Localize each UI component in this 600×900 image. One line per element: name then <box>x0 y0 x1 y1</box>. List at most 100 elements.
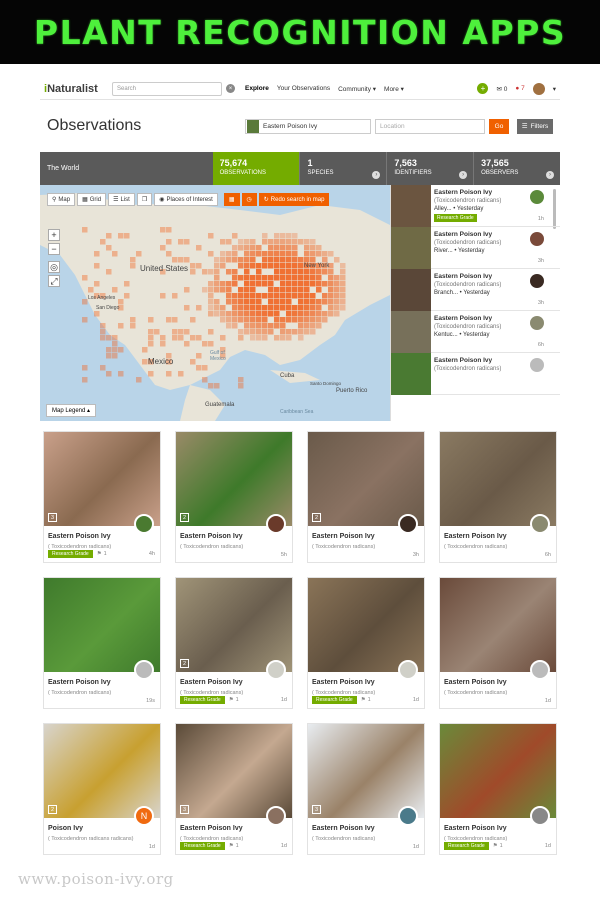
stat-observations[interactable]: 75,674 OBSERVATIONS <box>212 152 300 185</box>
observer-avatar[interactable]: N <box>134 806 154 826</box>
observation-card[interactable]: Eastern Poison Ivy( Toxicodendron radica… <box>439 431 557 563</box>
nav-explore[interactable]: Explore <box>245 85 269 93</box>
observation-name[interactable]: Eastern Poison Ivy <box>180 533 292 540</box>
observation-card[interactable]: 3 Eastern Poison Ivy( Toxicodendron radic… <box>175 723 293 855</box>
map-legend-button[interactable]: Map Legend ▴ <box>46 404 97 417</box>
observation-photo[interactable] <box>440 724 556 818</box>
observer-avatar[interactable] <box>530 316 544 330</box>
observation-photo[interactable] <box>44 578 160 672</box>
observation-photo[interactable] <box>308 578 424 672</box>
observer-avatar[interactable] <box>266 660 286 680</box>
list-view-button[interactable]: ☰ List <box>108 193 135 206</box>
observation-name[interactable]: Poison Ivy <box>48 825 160 832</box>
observer-avatar[interactable] <box>530 660 550 680</box>
observation-name[interactable]: Eastern Poison Ivy <box>180 825 292 832</box>
fullscreen-icon[interactable]: ⤢ <box>48 275 60 287</box>
side-list-item[interactable]: Eastern Poison Ivy (Toxicodendron radican… <box>391 185 560 227</box>
search-input[interactable]: Search <box>112 81 222 96</box>
redo-search-button[interactable]: ↻ Redo search in map <box>258 193 330 206</box>
observer-avatar[interactable] <box>530 358 544 372</box>
observation-card[interactable]: 2 N Poison Ivy ( Toxicodendron radicans rad… <box>43 723 161 855</box>
heatmap-cell <box>280 335 286 341</box>
observation-photo[interactable]: 2 <box>44 724 160 818</box>
observation-name[interactable]: Eastern Poison Ivy <box>444 533 556 540</box>
side-list-item[interactable]: Eastern Poison Ivy (Toxicodendron radican… <box>391 227 560 269</box>
side-list-item[interactable]: Eastern Poison Ivy (Toxicodendron radican… <box>391 353 560 395</box>
observation-name[interactable]: Eastern Poison Ivy <box>48 533 160 540</box>
observation-card[interactable]: Eastern Poison Ivy( Toxicodendron radica… <box>439 723 557 855</box>
add-observation-icon[interactable]: + <box>477 83 489 94</box>
observation-photo[interactable] <box>440 432 556 526</box>
observer-avatar[interactable] <box>398 514 418 534</box>
nav-community[interactable]: Community ▾ <box>338 85 376 93</box>
observer-avatar[interactable] <box>266 806 286 826</box>
side-list-item[interactable]: Eastern Poison Ivy (Toxicodendron radican… <box>391 311 560 353</box>
observation-photo[interactable] <box>440 578 556 672</box>
observation-card[interactable]: Eastern Poison Ivy( Toxicodendron radica… <box>439 577 557 709</box>
heatmap-cell <box>274 233 280 239</box>
grid-toggle-button[interactable]: ▦ <box>223 193 240 206</box>
side-item-info: Eastern Poison Ivy (Toxicodendron radican… <box>431 311 521 352</box>
observer-avatar[interactable] <box>266 514 286 534</box>
observation-card[interactable]: Eastern Poison Ivy( Toxicodendron radica… <box>307 577 425 709</box>
observer-avatar[interactable] <box>134 514 154 534</box>
map[interactable]: ⚲ Map ▦ Grid ☰ List ❐ ◉ Places of Intere… <box>40 185 390 421</box>
observation-photo[interactable]: 2 <box>308 432 424 526</box>
species-filter[interactable]: Eastern Poison Ivy <box>245 118 371 134</box>
observation-card[interactable]: 2 Eastern Poison Ivy( Toxicodendron radic… <box>175 431 293 563</box>
stat-species[interactable]: 1 SPECIES › <box>299 152 386 185</box>
observer-avatar[interactable] <box>530 190 544 204</box>
heatmap-cell <box>94 281 100 287</box>
notifications-button[interactable]: ● 7 <box>515 85 524 92</box>
heatmap-cell <box>280 323 286 329</box>
stat-identifiers[interactable]: 7,563 IDENTIFIERS › <box>386 152 473 185</box>
observer-avatar[interactable] <box>530 514 550 534</box>
logo[interactable]: iNaturalist <box>44 83 112 95</box>
observation-name[interactable]: Eastern Poison Ivy <box>312 825 424 832</box>
zoom-in-button[interactable]: + <box>48 229 60 241</box>
clock-button[interactable]: ◷ <box>241 193 257 206</box>
nav-your-observations[interactable]: Your Observations <box>277 85 330 93</box>
heatmap-cell <box>256 323 262 329</box>
observation-photo[interactable]: 2 <box>176 432 292 526</box>
user-avatar[interactable] <box>532 82 545 95</box>
observer-avatar[interactable] <box>530 232 544 246</box>
map-view-button[interactable]: ⚲ Map <box>47 193 76 206</box>
observation-photo[interactable]: 3 <box>44 432 160 526</box>
location-input[interactable]: Location <box>375 118 485 134</box>
messages-button[interactable]: ✉ 0 <box>496 85 507 93</box>
observation-card[interactable]: Eastern Poison Ivy( Toxicodendron radica… <box>43 577 161 709</box>
observation-card[interactable]: 3 Eastern Poison Ivy( Toxicodendron radic… <box>43 431 161 563</box>
observation-name[interactable]: Eastern Poison Ivy <box>48 679 160 686</box>
observation-name[interactable]: Eastern Poison Ivy <box>444 679 556 686</box>
clear-search-icon[interactable]: × <box>226 84 235 93</box>
places-of-interest-button[interactable]: ◉ Places of Interest <box>154 193 218 206</box>
observation-name[interactable]: Eastern Poison Ivy <box>180 679 292 686</box>
observation-photo[interactable]: 3 <box>308 724 424 818</box>
observer-avatar[interactable] <box>530 274 544 288</box>
observation-card[interactable]: 3 Eastern Poison Ivy( Toxicodendron radic… <box>307 723 425 855</box>
observation-card[interactable]: 2 Eastern Poison Ivy( Toxicodendron radic… <box>175 577 293 709</box>
side-list-item[interactable]: Eastern Poison Ivy (Toxicodendron radican… <box>391 269 560 311</box>
heatmap-cell <box>250 311 256 317</box>
observer-avatar[interactable] <box>530 806 550 826</box>
observation-card[interactable]: 2 Eastern Poison Ivy( Toxicodendron radic… <box>307 431 425 563</box>
observer-avatar[interactable] <box>134 660 154 680</box>
observation-name[interactable]: Eastern Poison Ivy <box>444 825 556 832</box>
chevron-down-icon[interactable]: ▾ <box>553 85 556 93</box>
observation-name[interactable]: Eastern Poison Ivy <box>312 679 424 686</box>
observation-photo[interactable]: 3 <box>176 724 292 818</box>
heatmap-cell <box>118 323 124 329</box>
locate-icon[interactable]: ◎ <box>48 261 60 273</box>
nav-more[interactable]: More ▾ <box>384 85 404 93</box>
go-button[interactable]: Go <box>489 118 509 134</box>
layers-button[interactable]: ❐ <box>136 193 153 206</box>
observer-avatar[interactable] <box>398 660 418 680</box>
observation-name[interactable]: Eastern Poison Ivy <box>312 533 424 540</box>
filters-button[interactable]: ☰ Filters <box>517 118 553 134</box>
stat-observers[interactable]: 37,565 OBSERVERS › <box>473 152 560 185</box>
observer-avatar[interactable] <box>398 806 418 826</box>
zoom-out-button[interactable]: − <box>48 243 60 255</box>
grid-view-button[interactable]: ▦ Grid <box>77 193 107 206</box>
observation-photo[interactable]: 2 <box>176 578 292 672</box>
